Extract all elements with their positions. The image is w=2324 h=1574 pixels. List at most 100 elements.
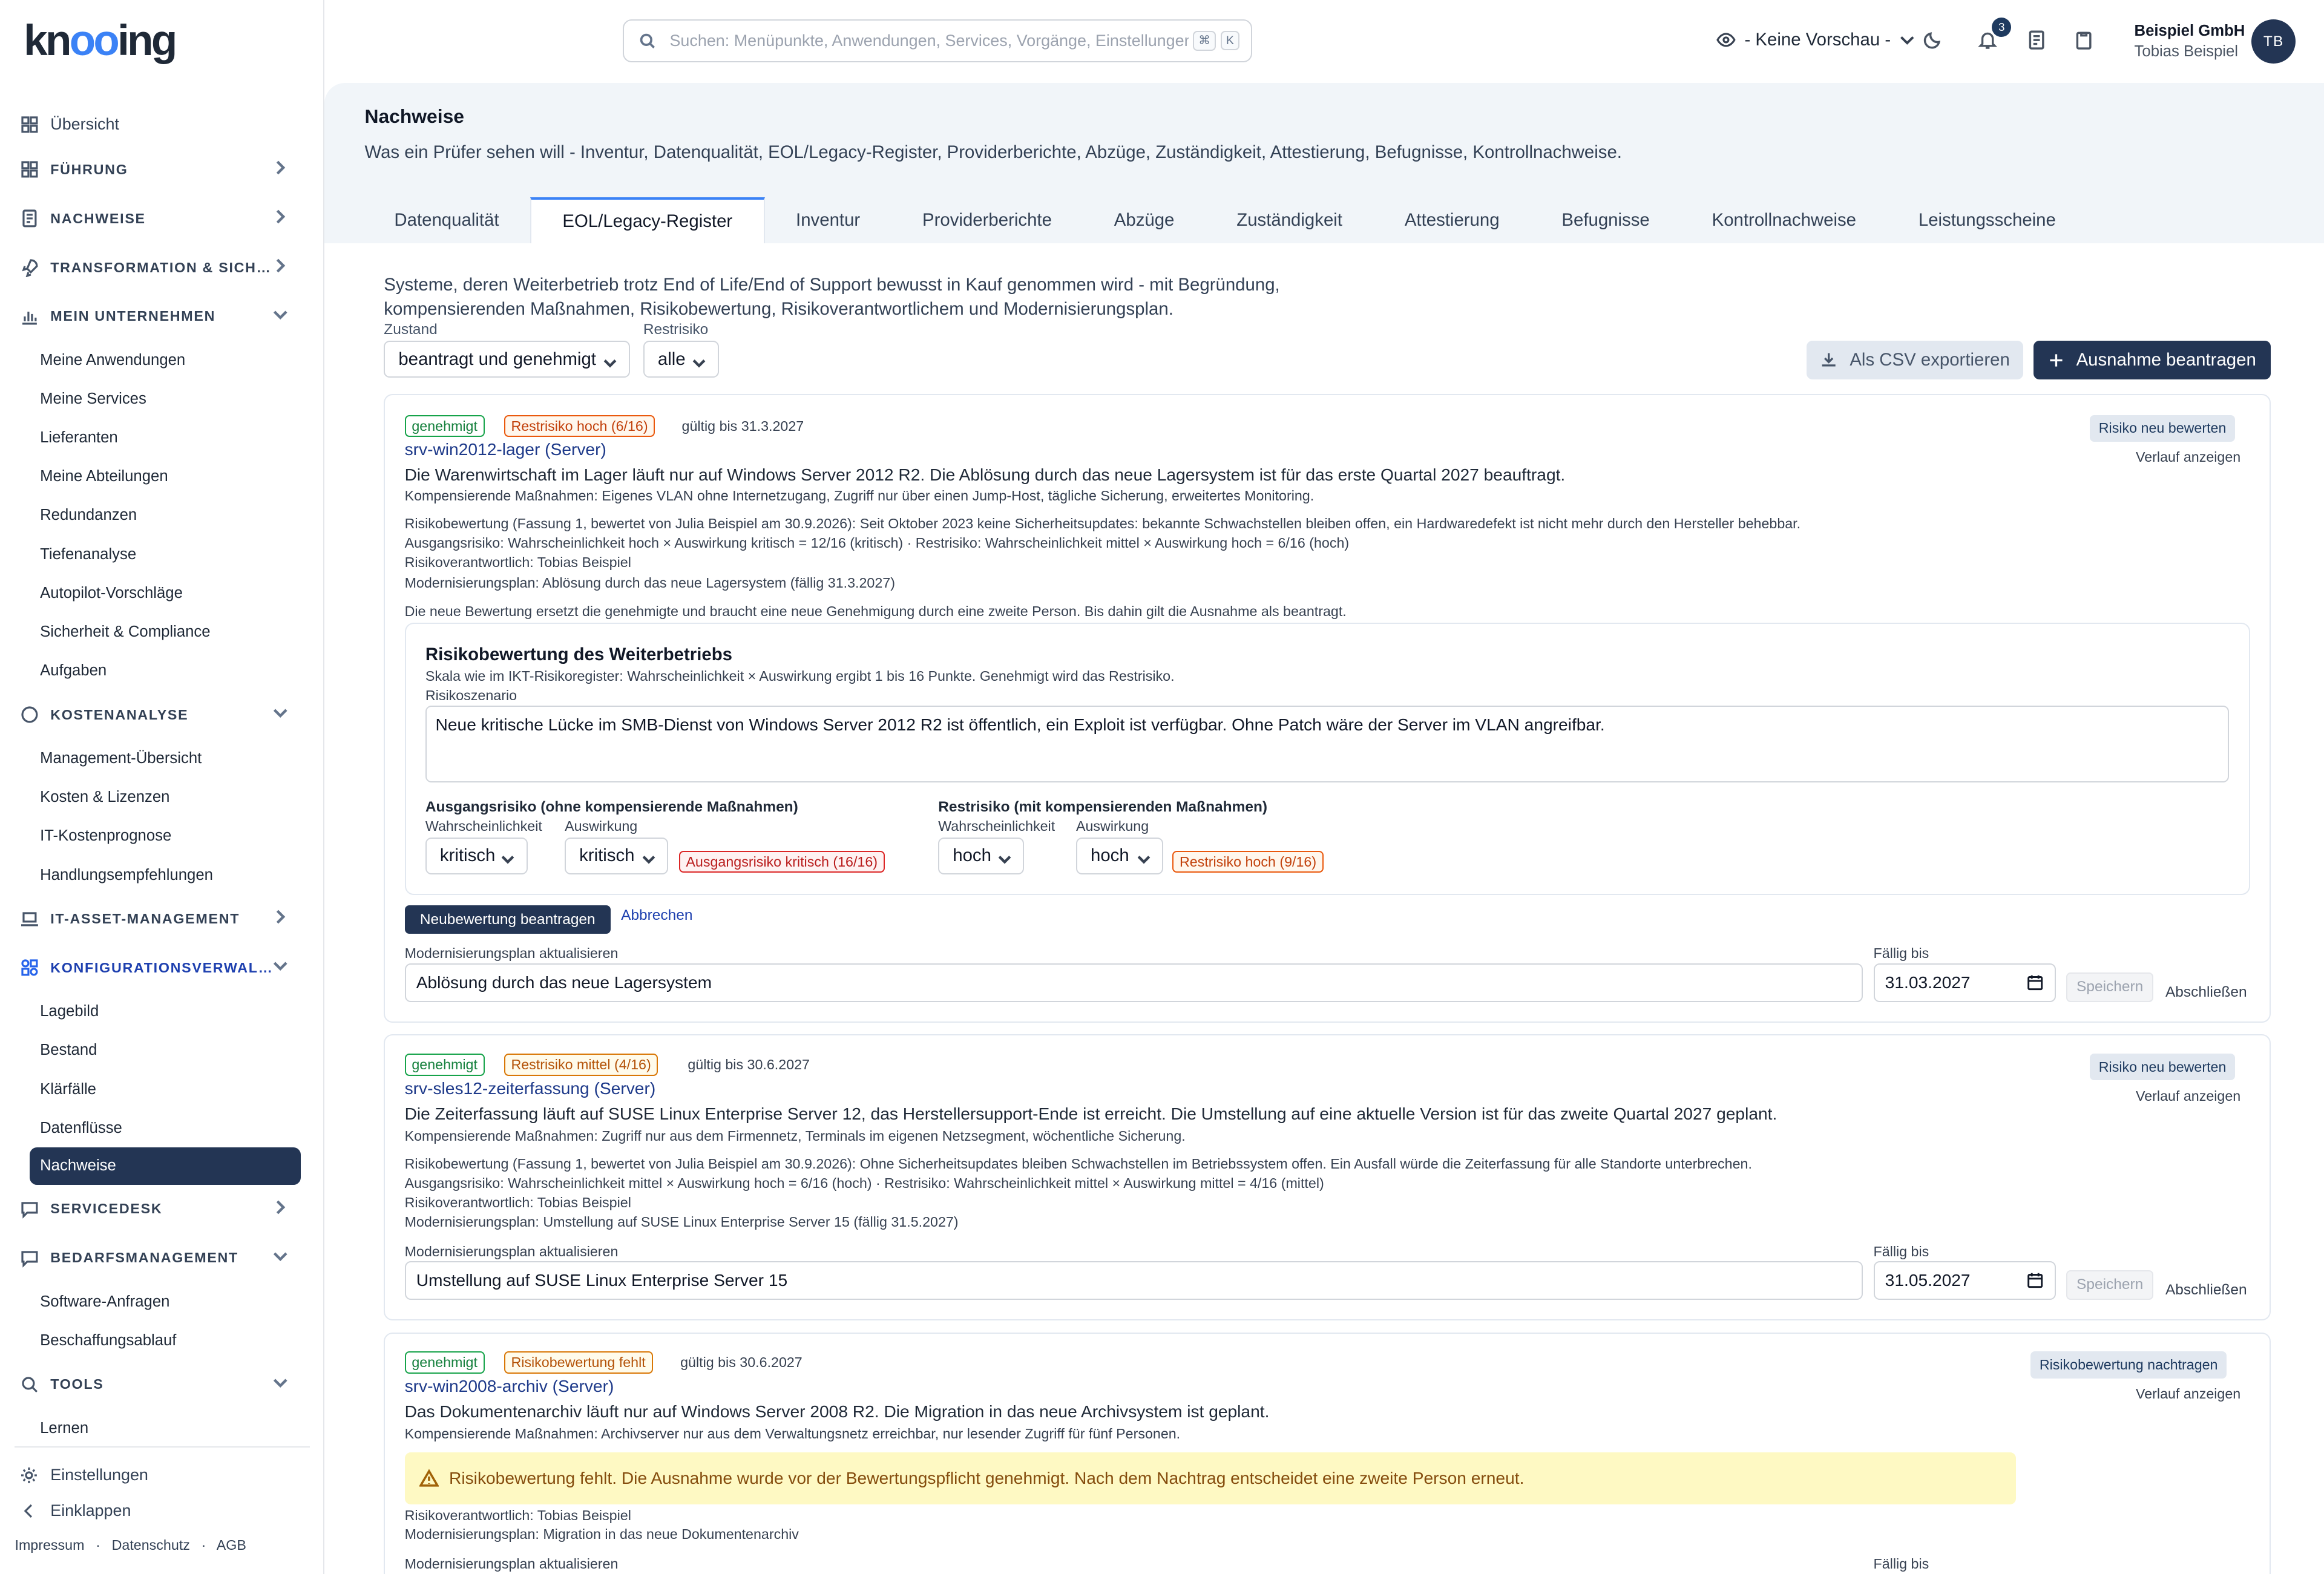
sidebar-section-konfig[interactable]: Konfigurationsverwal… xyxy=(0,943,324,992)
sidebar-item[interactable]: Aufgaben xyxy=(0,651,324,690)
sidebar-item[interactable]: Beschaffungsablauf xyxy=(0,1321,324,1360)
sidebar-section-transformation[interactable]: Transformation & Sich… xyxy=(0,243,324,292)
sidebar-item[interactable]: Redundanzen xyxy=(0,496,324,535)
sidebar-item[interactable]: Handlungsempfehlungen xyxy=(0,856,324,894)
chevron-down-icon xyxy=(273,706,287,724)
initial-prob-select[interactable]: kritisch xyxy=(425,837,528,874)
sidebar-item[interactable]: Meine Anwendungen xyxy=(0,341,324,379)
document-icon[interactable] xyxy=(2026,30,2050,53)
card-title-link[interactable]: srv-win2008-archiv (Server) xyxy=(405,1377,614,1396)
tab-kontrollnachweise[interactable]: Kontrollnachweise xyxy=(1681,197,1887,243)
sidebar-item-nachweise-active[interactable]: Nachweise xyxy=(29,1147,301,1185)
sidebar-section-fuehrung[interactable]: Führung xyxy=(0,145,324,194)
avatar[interactable]: TB xyxy=(2251,19,2296,64)
sidebar-section-itam[interactable]: IT-Asset-Management xyxy=(0,894,324,943)
tab-abzuege[interactable]: Abzüge xyxy=(1083,197,1205,243)
save-button[interactable]: Speichern xyxy=(2066,1270,2154,1300)
filter-zustand-select[interactable]: beantragt und genehmigt xyxy=(384,341,630,378)
warning-text: Risikobewertung fehlt. Die Ausnahme wurd… xyxy=(449,1468,1525,1487)
status-badge: genehmigt xyxy=(404,415,485,438)
search-input[interactable]: Suchen: Menüpunkte, Anwendungen, Service… xyxy=(622,19,1253,62)
privacy-link[interactable]: Datenschutz xyxy=(112,1537,190,1553)
export-csv-button[interactable]: Als CSV exportieren xyxy=(1807,341,2023,379)
sidebar-item[interactable]: Kosten & Lizenzen xyxy=(0,778,324,817)
residual-impact-select[interactable]: hoch xyxy=(1075,837,1164,874)
due-date-input[interactable]: 31.03.2027 xyxy=(1873,963,2056,1002)
sidebar-section-kosten[interactable]: Kostenanalyse xyxy=(0,690,324,739)
sidebar-item[interactable]: Lernen xyxy=(0,1409,324,1448)
sidebar-divider xyxy=(15,1446,310,1448)
sidebar-item[interactable]: Management-Übersicht xyxy=(0,739,324,778)
initial-impact-select[interactable]: kritisch xyxy=(565,837,669,874)
preview-select[interactable]: - Keine Vorschau - xyxy=(1716,30,1914,50)
request-exception-button[interactable]: Ausnahme beantragen xyxy=(2034,341,2271,379)
show-history-link[interactable]: Verlauf anzeigen xyxy=(2136,449,2240,465)
collapse-link[interactable]: Einklappen xyxy=(19,1501,131,1521)
add-assessment-button[interactable]: Risikobewertung nachtragen xyxy=(2030,1351,2227,1379)
clipboard-icon[interactable] xyxy=(2073,30,2097,53)
plan-input[interactable]: Umstellung auf SUSE Linux Enterprise Ser… xyxy=(404,1261,1863,1300)
reassess-risk-button[interactable]: Risiko neu bewerten xyxy=(2090,415,2236,442)
theme-toggle-icon[interactable] xyxy=(1922,30,1946,53)
sidebar-item[interactable]: Autopilot-Vorschläge xyxy=(0,574,324,612)
sidebar-item[interactable]: Sicherheit & Compliance xyxy=(0,612,324,651)
tab-inventur[interactable]: Inventur xyxy=(765,197,891,243)
select-value: kritisch xyxy=(579,845,635,866)
submit-reassessment-button[interactable]: Neubewertung beantragen xyxy=(404,905,611,934)
reassess-risk-button[interactable]: Risiko neu bewerten xyxy=(2090,1054,2236,1081)
sidebar-item[interactable]: IT-Kostenprognose xyxy=(0,817,324,856)
app-logo[interactable]: knooing xyxy=(24,16,177,65)
sidebar-section-tools[interactable]: Tools xyxy=(0,1360,324,1409)
card-title-link[interactable]: srv-win2012-lager (Server) xyxy=(405,440,606,459)
chevron-down-icon xyxy=(692,354,706,375)
cancel-link[interactable]: Abbrechen xyxy=(621,907,692,924)
sidebar-item-overview[interactable]: Übersicht xyxy=(0,103,324,145)
scenario-textarea[interactable]: Neue kritische Lücke im SMB-Dienst von W… xyxy=(425,705,2230,783)
sidebar-item[interactable]: Datenflüsse xyxy=(0,1109,324,1147)
close-button[interactable]: Abschließen xyxy=(2165,1282,2247,1299)
card-plan: Modernisierungsplan: Migration in das ne… xyxy=(404,1526,799,1543)
sidebar-item[interactable]: Tiefenanalyse xyxy=(0,535,324,574)
impact-label: Auswirkung xyxy=(565,818,638,834)
card-measures: Kompensierende Maßnahmen: Eigenes VLAN o… xyxy=(404,487,1315,503)
terms-link[interactable]: AGB xyxy=(217,1537,246,1553)
sidebar-item[interactable]: Klärfälle xyxy=(0,1070,324,1109)
tab-eol-legacy[interactable]: EOL/Legacy-Register xyxy=(530,197,765,243)
plan-input[interactable]: Ablösung durch das neue Lagersystem xyxy=(404,963,1863,1002)
card-title-link[interactable]: srv-sles12-zeiterfassung (Server) xyxy=(405,1079,656,1098)
tab-leistungsscheine[interactable]: Leistungsscheine xyxy=(1887,197,2087,243)
save-button[interactable]: Speichern xyxy=(2066,972,2154,1002)
residual-prob-select[interactable]: hoch xyxy=(938,837,1025,874)
sidebar-section-servicedesk[interactable]: Servicedesk xyxy=(0,1185,324,1234)
sidebar-section-nachweise[interactable]: Nachweise xyxy=(0,194,324,243)
sidebar-item[interactable]: Lieferanten xyxy=(0,419,324,457)
sidebar-item[interactable]: Meine Abteilungen xyxy=(0,457,324,496)
due-label: Fällig bis xyxy=(1873,1243,1929,1259)
sidebar-item[interactable]: Software-Anfragen xyxy=(0,1282,324,1321)
tab-datenqualitaet[interactable]: Datenqualität xyxy=(363,197,530,243)
sidebar-section-label: Kostenanalyse xyxy=(50,706,189,723)
tab-providerberichte[interactable]: Providerberichte xyxy=(891,197,1083,243)
sidebar-item[interactable]: Lagebild xyxy=(0,992,324,1031)
sidebar-section-label: Tools xyxy=(50,1376,104,1392)
filter-restrisiko-select[interactable]: alle xyxy=(643,341,719,378)
tab-attestierung[interactable]: Attestierung xyxy=(1373,197,1531,243)
chevron-down-icon xyxy=(501,850,514,871)
imprint-link[interactable]: Impressum xyxy=(15,1537,84,1553)
card-note: Die neue Bewertung ersetzt die genehmigt… xyxy=(404,603,1347,619)
risk-badge: Restrisiko hoch (6/16) xyxy=(504,415,655,438)
sidebar-section-unternehmen[interactable]: Mein Unternehmen xyxy=(0,292,324,341)
show-history-link[interactable]: Verlauf anzeigen xyxy=(2136,1088,2240,1104)
sidebar-section-label: Führung xyxy=(50,161,128,177)
sidebar-item[interactable]: Bestand xyxy=(0,1031,324,1070)
tab-zustaendigkeit[interactable]: Zuständigkeit xyxy=(1206,197,1374,243)
tab-befugnisse[interactable]: Befugnisse xyxy=(1531,197,1681,243)
due-date-input[interactable]: 31.05.2027 xyxy=(1873,1261,2056,1300)
close-button[interactable]: Abschließen xyxy=(2165,984,2247,1001)
show-history-link[interactable]: Verlauf anzeigen xyxy=(2136,1386,2240,1402)
settings-link[interactable]: Einstellungen xyxy=(19,1466,148,1485)
description-line: Systeme, deren Weiterbetrieb trotz End o… xyxy=(384,274,1280,295)
sidebar-section-bedarf[interactable]: Bedarfsmanagement xyxy=(0,1233,324,1282)
circle-icon xyxy=(19,704,40,725)
sidebar-item[interactable]: Meine Services xyxy=(0,379,324,418)
